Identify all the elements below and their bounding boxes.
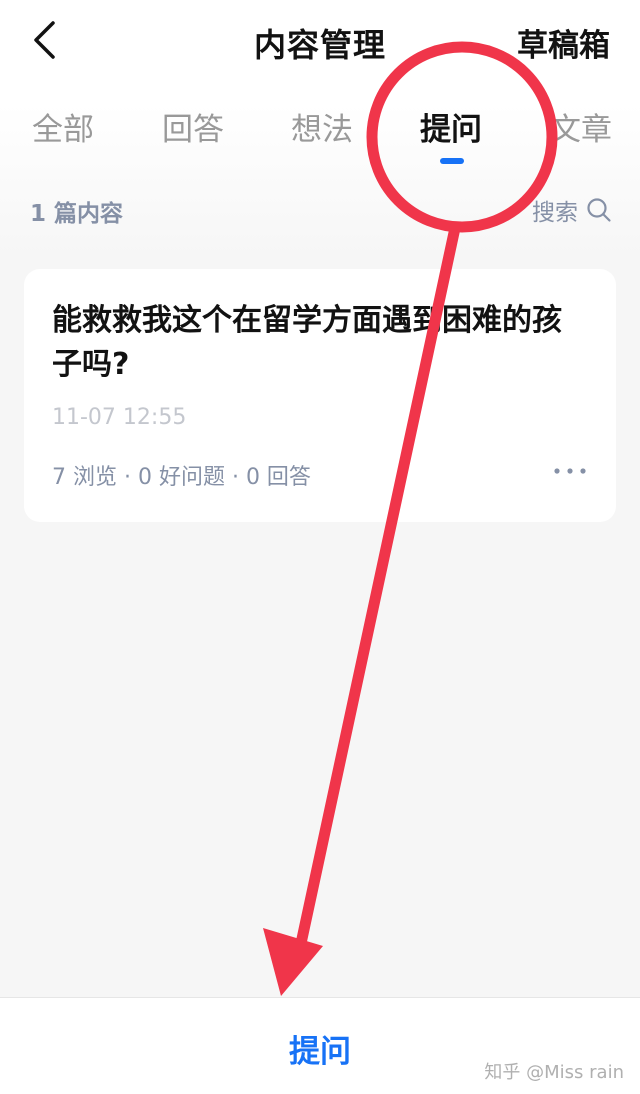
- nav-bar: 内容管理 草稿箱: [0, 0, 640, 86]
- bottom-bar: 提问 知乎 @Miss rain: [0, 997, 640, 1094]
- question-time: 11-07 12:55: [52, 405, 187, 430]
- drafts-button[interactable]: 草稿箱: [517, 20, 610, 65]
- more-dots-icon: [554, 468, 586, 474]
- tab-questions[interactable]: 提问: [420, 104, 482, 149]
- content-count: 1 篇内容: [30, 201, 124, 227]
- tab-answers[interactable]: 回答: [162, 104, 224, 149]
- more-options-button[interactable]: [552, 461, 588, 474]
- content-summary-row: 1 篇内容 搜索: [0, 190, 640, 230]
- watermark: 知乎 @Miss rain: [484, 1062, 624, 1083]
- tab-all[interactable]: 全部: [32, 104, 94, 149]
- active-tab-indicator: [440, 158, 464, 164]
- tab-thoughts[interactable]: 想法: [291, 104, 353, 149]
- search-label: 搜索: [532, 200, 578, 226]
- question-title[interactable]: 能救救我这个在留学方面遇到困难的孩子吗?: [52, 299, 582, 387]
- tab-bar: 全部 回答 想法 提问 文章: [0, 100, 640, 170]
- tab-articles[interactable]: 文章: [550, 104, 612, 149]
- search-icon: [587, 198, 611, 222]
- annotation-arrowhead: [263, 928, 323, 996]
- search-button[interactable]: 搜索: [532, 190, 612, 230]
- question-card[interactable]: 能救救我这个在留学方面遇到困难的孩子吗? 11-07 12:55 7 浏览 · …: [24, 269, 616, 522]
- question-stats: 7 浏览 · 0 好问题 · 0 回答: [52, 465, 311, 490]
